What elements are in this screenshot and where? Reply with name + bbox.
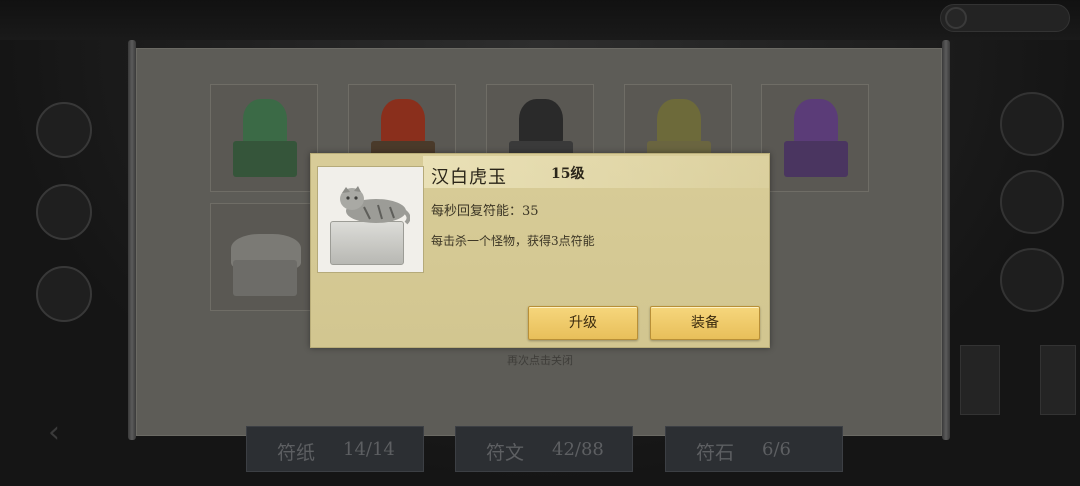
stone-slot-jade-qilin[interactable] [210,84,318,192]
side-nav-button-1[interactable] [36,102,92,158]
equip-button[interactable]: 装备 [650,306,760,340]
back-arrow-icon[interactable]: ‹ [48,418,78,448]
right-avatar-3[interactable] [1000,248,1064,312]
tab-rune[interactable]: 符文 42/88 [455,426,633,472]
tab-label: 符石 [696,442,735,464]
top-bar [0,0,1080,40]
stone-name: 汉白虎玉 [431,167,507,188]
tab-label: 符纸 [277,442,316,464]
scroll-rod-right [942,40,950,440]
tab-count: 6/6 [762,439,791,460]
side-nav-button-2[interactable] [36,184,92,240]
currency-display[interactable] [940,4,1070,32]
tiger-stone-image [317,166,424,273]
stone-slot-white-tiger[interactable] [210,203,318,311]
stone-level: 15级 [551,166,585,182]
tab-stone[interactable]: 符石 6/6 [665,426,843,472]
right-card-1 [960,345,1000,415]
currency-icon [945,7,967,29]
upgrade-button[interactable]: 升级 [528,306,638,340]
scroll-rod-left [128,40,136,440]
tiger-icon [340,186,410,225]
tab-count: 14/14 [343,439,395,460]
side-nav-button-3[interactable] [36,266,92,322]
right-avatar-1[interactable] [1000,92,1064,156]
stone-description: 每击杀一个怪物，获得3点符能 [431,234,595,248]
tab-paper[interactable]: 符纸 14/14 [246,426,424,472]
tab-count: 42/88 [552,439,604,460]
tab-label: 符文 [486,442,525,464]
thumb-seal-base [330,221,404,265]
stone-base [784,141,848,177]
close-hint: 再次点击关闭 [507,354,573,367]
right-card-2 [1040,345,1076,415]
stone-base [233,260,297,296]
stone-detail-dialog: 汉白虎玉 15级 每秒回复符能：35 每击杀一个怪物，获得3点符能 升级 装备 [310,153,770,348]
right-avatar-2[interactable] [1000,170,1064,234]
stone-base [233,141,297,177]
stone-slot-purple-fox[interactable] [761,84,869,192]
stone-regen-stat: 每秒回复符能：35 [431,204,539,219]
